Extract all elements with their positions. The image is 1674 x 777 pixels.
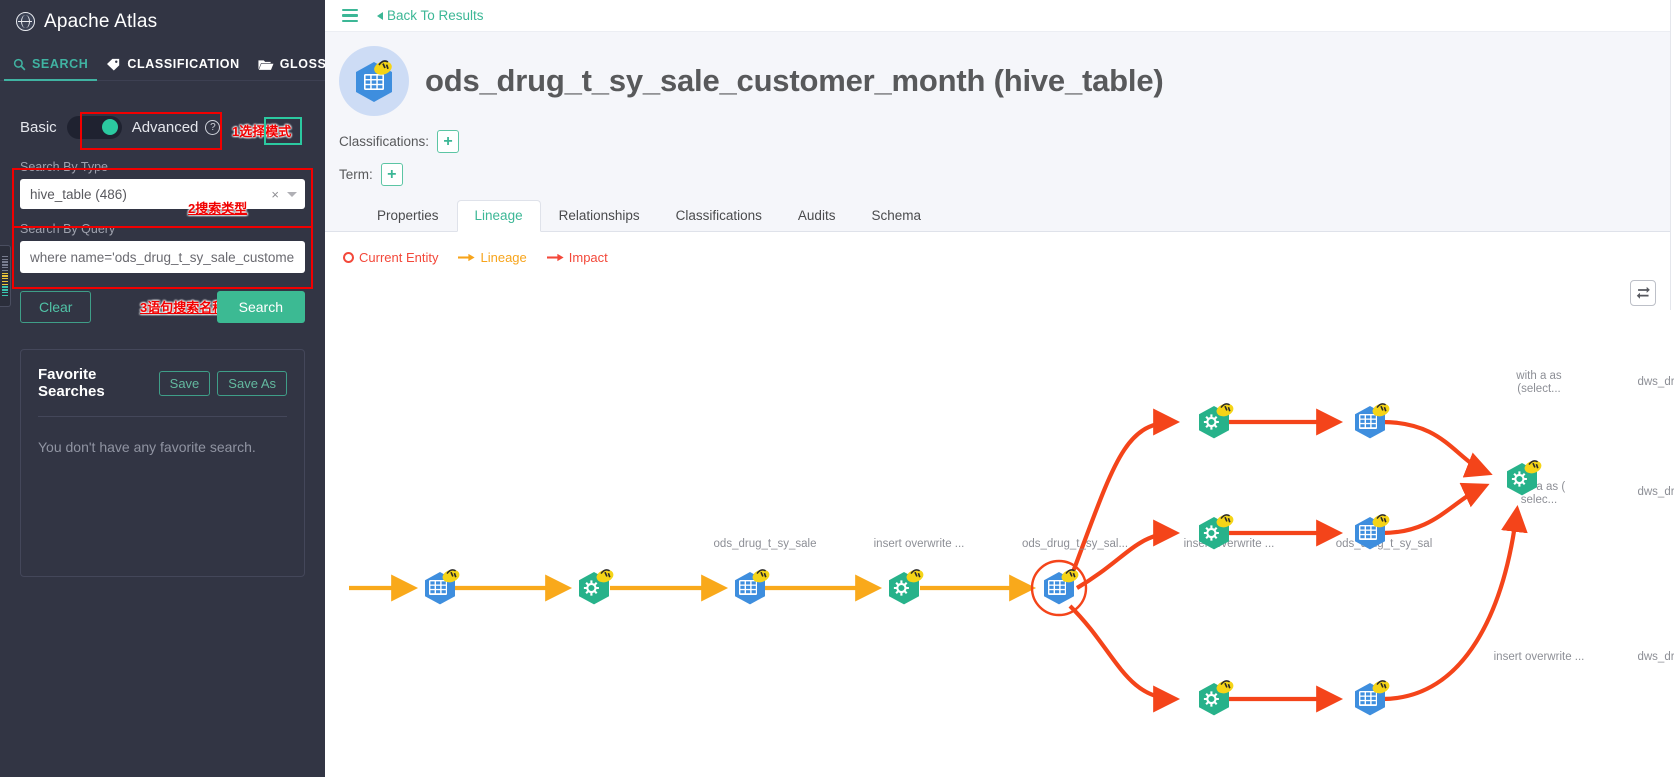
divider	[38, 416, 287, 417]
search-by-query-block: Search By Query	[0, 222, 325, 273]
lineage-legend: Current Entity Lineage Impact	[325, 232, 1674, 265]
circle-outline-icon	[343, 252, 354, 263]
main-panel: Back To Results ods_drug_t_sy_sale_custo…	[325, 0, 1674, 777]
entity-header: ods_drug_t_sy_sale_customer_month (hive_…	[325, 32, 1674, 200]
add-term-button[interactable]: +	[380, 163, 403, 186]
search-icon	[13, 58, 26, 70]
help-icon[interactable]: ?	[205, 119, 221, 135]
favorite-searches-panel: Favorite Searches Save Save As You don't…	[20, 349, 305, 577]
search-by-query-input[interactable]	[20, 241, 305, 273]
clear-type-icon[interactable]: ×	[271, 187, 279, 202]
legend-label: Current Entity	[359, 250, 439, 265]
sidebar-item-label: SEARCH	[32, 57, 89, 71]
search-by-query-label: Search By Query	[20, 222, 116, 236]
tab-properties[interactable]: Properties	[359, 200, 457, 232]
chevron-down-icon[interactable]	[287, 191, 297, 197]
clear-button[interactable]: Clear	[20, 291, 92, 323]
arrow-right-icon	[546, 253, 564, 262]
swap-direction-icon	[1636, 286, 1650, 299]
search-by-type-block: Search By Type hive_table (486) ×	[0, 160, 325, 209]
lineage-node[interactable]	[882, 566, 926, 610]
folder-icon	[258, 59, 274, 70]
lineage-node[interactable]	[1192, 511, 1236, 555]
sidebar-resize-handle[interactable]	[0, 245, 11, 307]
tab-audits[interactable]: Audits	[780, 200, 854, 232]
lineage-node[interactable]	[1037, 566, 1081, 610]
legend-lineage[interactable]: Lineage	[458, 250, 527, 265]
term-label: Term:	[339, 167, 373, 182]
swap-direction-button[interactable]	[1630, 280, 1656, 306]
sidebar-item-label: CLASSIFICATION	[127, 57, 240, 71]
annotation-label-1: 1选择模式	[232, 124, 292, 139]
favorite-searches-title: Favorite Searches	[38, 366, 105, 400]
mode-toggle[interactable]	[66, 115, 122, 139]
atlas-app: Apache Atlas SEARCH CLASSIFICATION GLOSS…	[0, 0, 1674, 777]
brand-header: Apache Atlas	[0, 0, 325, 43]
back-to-results-link[interactable]: Back To Results	[377, 8, 484, 23]
tag-icon	[107, 58, 120, 71]
toggle-knob	[101, 119, 118, 135]
panel-right-edge	[1670, 0, 1674, 310]
lineage-node[interactable]	[1500, 457, 1544, 501]
lineage-node[interactable]	[1192, 400, 1236, 444]
entity-title-row: ods_drug_t_sy_sale_customer_month (hive_…	[339, 46, 1674, 116]
lineage-node[interactable]	[728, 566, 772, 610]
sidebar-nav-tabs: SEARCH CLASSIFICATION GLOSSARY	[0, 43, 354, 81]
lineage-node[interactable]	[418, 566, 462, 610]
hive-table-icon	[339, 46, 409, 116]
favorite-searches-empty: You don't have any favorite search.	[38, 439, 256, 455]
sidebar-item-classification[interactable]: CLASSIFICATION	[97, 57, 248, 80]
lineage-graph[interactable]: ods_drug_t_sy_sale insert overwrite ... …	[325, 310, 1674, 777]
sidebar: Apache Atlas SEARCH CLASSIFICATION GLOSS…	[0, 0, 354, 777]
legend-current-entity[interactable]: Current Entity	[343, 250, 438, 265]
brand-title: Apache Atlas	[44, 10, 158, 32]
legend-impact[interactable]: Impact	[546, 250, 608, 265]
search-by-type-select[interactable]: hive_table (486) ×	[20, 179, 305, 209]
advanced-mode-label[interactable]: Advanced	[132, 119, 199, 136]
back-to-results-label: Back To Results	[387, 8, 484, 23]
lineage-node[interactable]	[1348, 677, 1392, 721]
search-button[interactable]: Search	[216, 291, 305, 323]
legend-label: Lineage	[480, 250, 527, 265]
search-actions: Clear Search	[0, 291, 325, 323]
classifications-row: Classifications: +	[339, 130, 1674, 153]
arrow-right-icon	[458, 253, 476, 262]
favorite-searches-header: Favorite Searches Save Save As	[38, 366, 287, 400]
chevron-left-icon	[377, 11, 383, 20]
save-button[interactable]: Save	[158, 370, 211, 396]
tab-relationships[interactable]: Relationships	[541, 200, 658, 232]
tab-classifications[interactable]: Classifications	[658, 200, 780, 232]
entity-tabs: Properties Lineage Relationships Classif…	[325, 200, 1674, 232]
classifications-label: Classifications:	[339, 134, 430, 149]
lineage-node[interactable]	[1192, 677, 1236, 721]
globe-icon	[16, 12, 35, 31]
lineage-node[interactable]	[1348, 511, 1392, 555]
lineage-node[interactable]	[1348, 400, 1392, 444]
legend-label: Impact	[568, 250, 608, 265]
annotation-label-2: 2搜索类型	[188, 201, 248, 216]
lineage-node[interactable]	[572, 566, 616, 610]
search-by-type-label: Search By Type	[20, 160, 109, 174]
top-bar: Back To Results	[325, 0, 1674, 32]
add-classification-button[interactable]: +	[437, 130, 460, 153]
term-row: Term: +	[339, 163, 1674, 186]
save-as-button[interactable]: Save As	[217, 370, 287, 396]
hamburger-icon[interactable]	[339, 6, 361, 25]
tab-schema[interactable]: Schema	[853, 200, 939, 232]
tab-lineage[interactable]: Lineage	[456, 200, 541, 232]
page-title: ods_drug_t_sy_sale_customer_month (hive_…	[425, 63, 1164, 98]
basic-mode-label[interactable]: Basic	[20, 119, 57, 136]
sidebar-item-search[interactable]: SEARCH	[4, 57, 98, 81]
